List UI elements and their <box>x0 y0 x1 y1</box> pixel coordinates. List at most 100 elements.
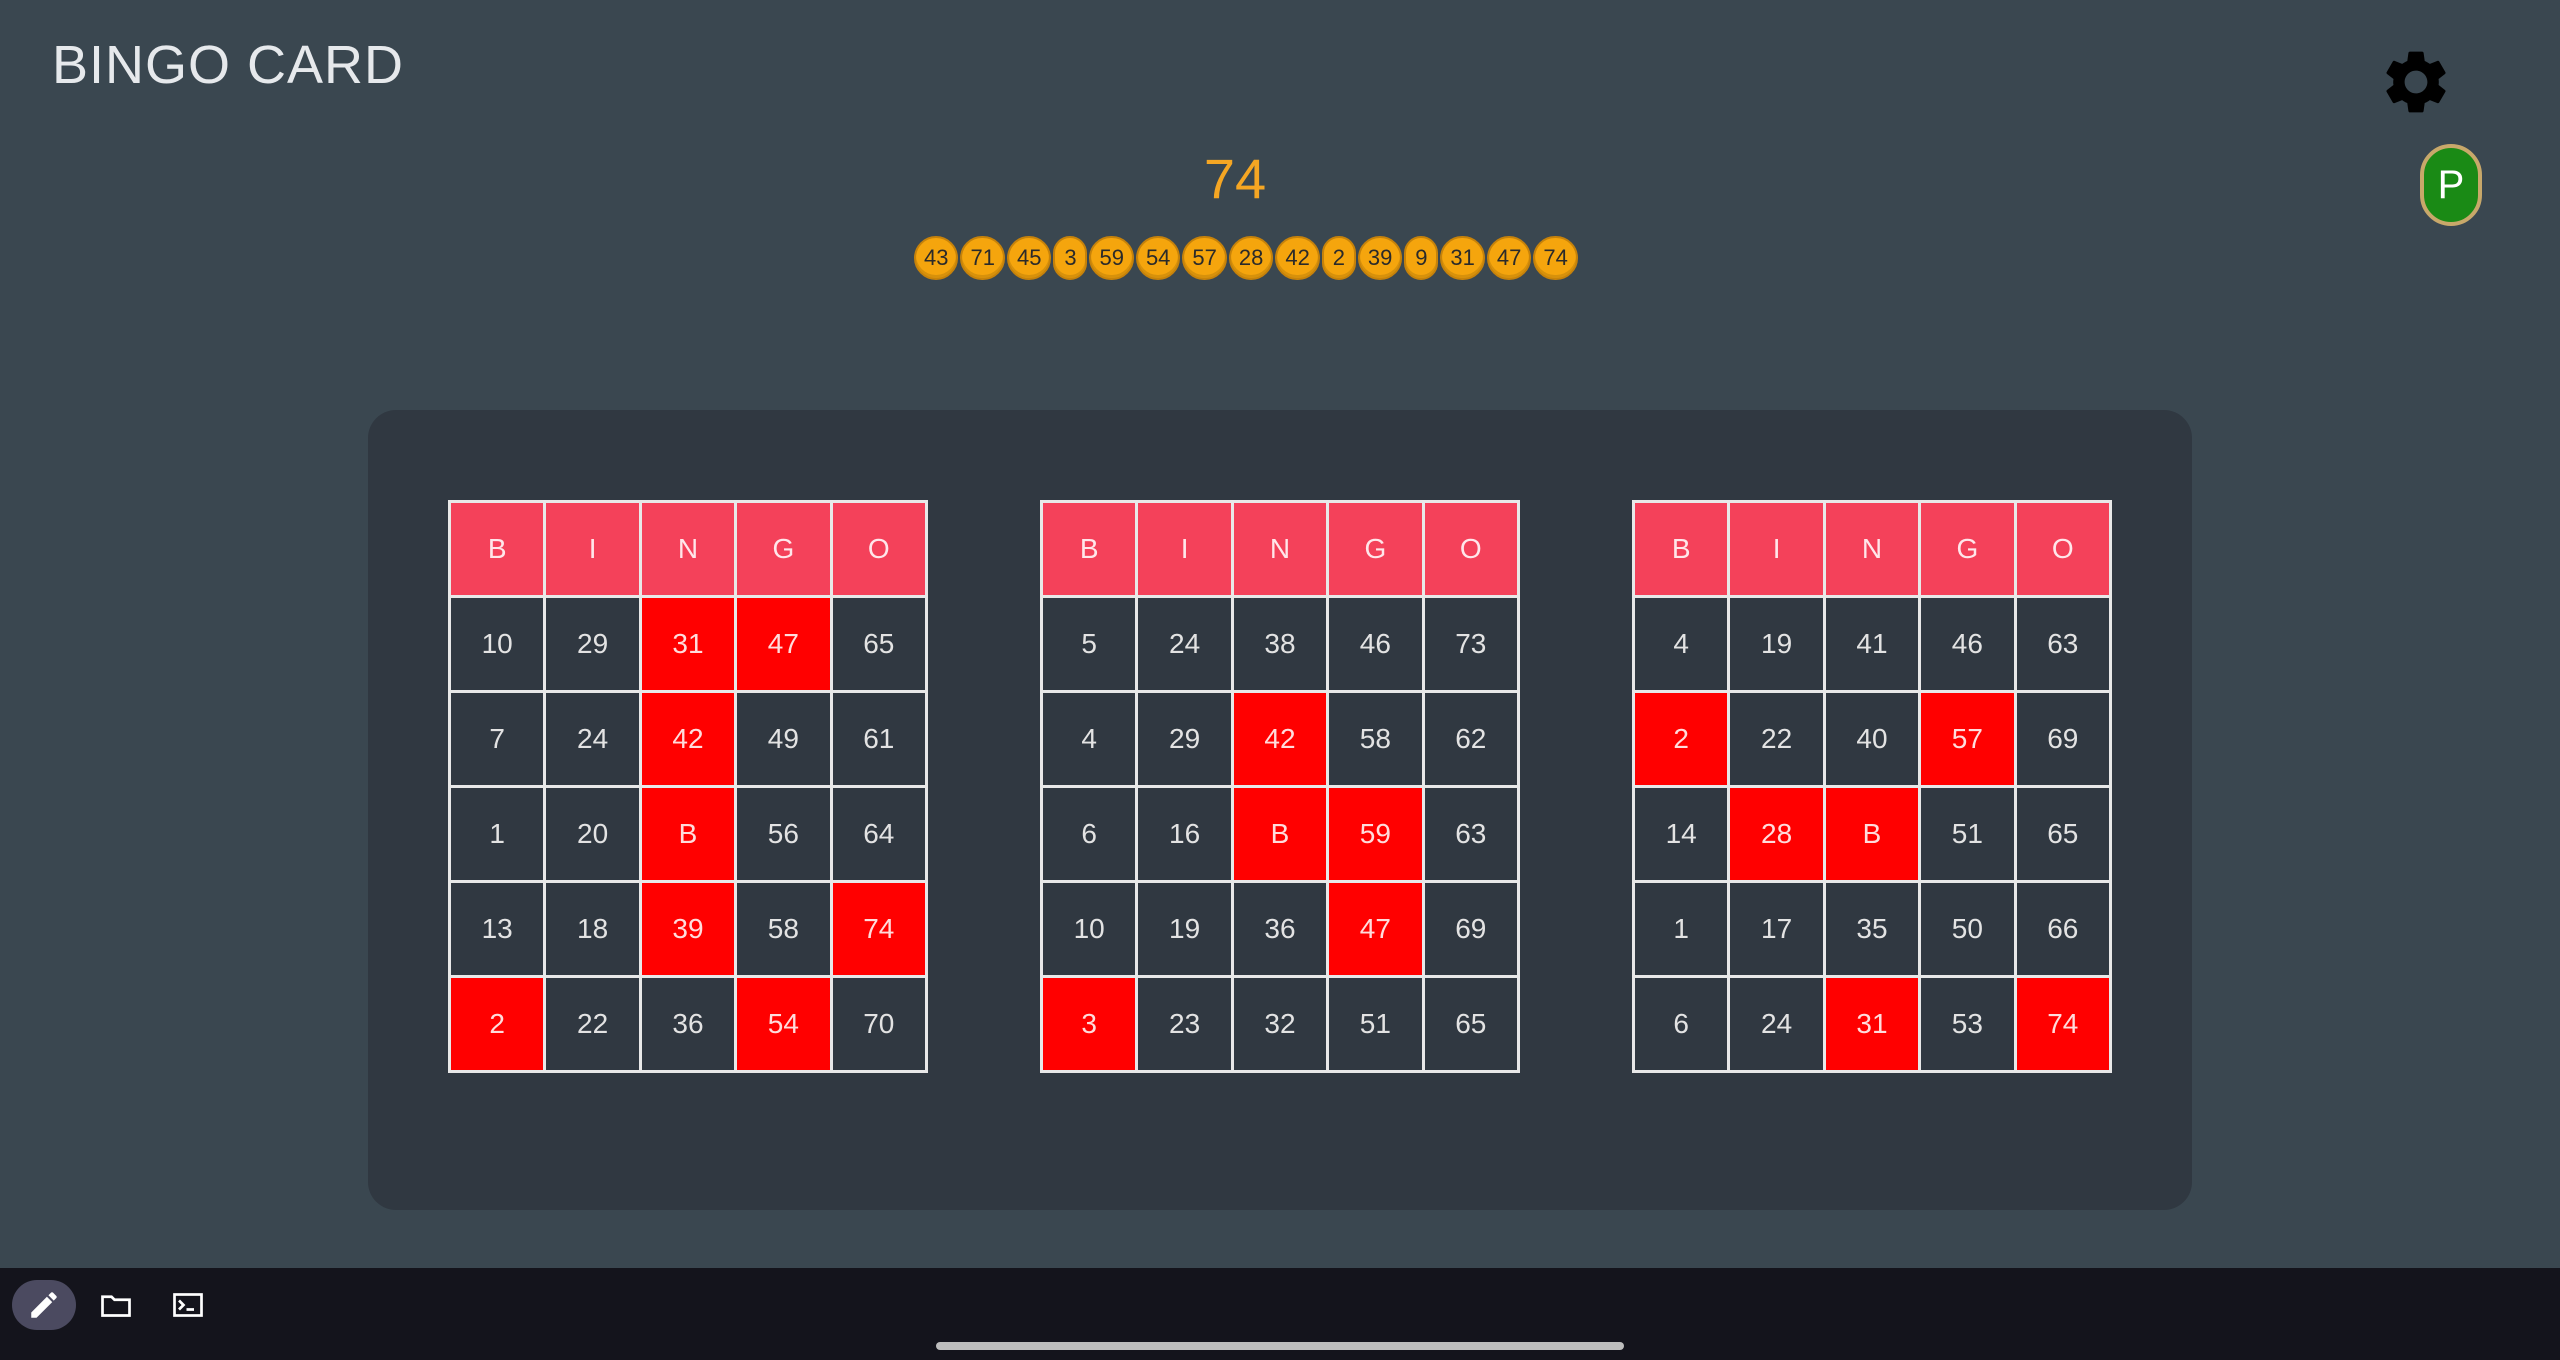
card-cell[interactable]: 4 <box>1631 595 1731 693</box>
card-header-cell: G <box>1326 500 1425 598</box>
card-cell[interactable]: 1 <box>1631 880 1731 978</box>
card-cell[interactable]: 10 <box>1039 880 1139 978</box>
card-cell[interactable]: 53 <box>1918 975 2017 1073</box>
card-cell[interactable]: 19 <box>1727 595 1826 693</box>
called-number-ball: 3 <box>1053 236 1088 280</box>
card-cell-marked[interactable]: 42 <box>1230 690 1330 788</box>
card-cell-marked[interactable]: 31 <box>638 595 738 693</box>
card-cell[interactable]: 19 <box>1135 880 1234 978</box>
card-cell[interactable]: 4 <box>1039 690 1139 788</box>
card-cell[interactable]: 10 <box>447 595 547 693</box>
terminal-button[interactable] <box>156 1280 220 1330</box>
card-cell[interactable]: 32 <box>1230 975 1330 1073</box>
card-row: 3 23 32 51 65 <box>1039 975 1521 1073</box>
card-cell[interactable]: 22 <box>543 975 642 1073</box>
card-cell[interactable]: 65 <box>1421 975 1521 1073</box>
card-cell[interactable]: 7 <box>447 690 547 788</box>
card-cell-marked[interactable]: 28 <box>1727 785 1826 883</box>
card-cell[interactable]: 14 <box>1631 785 1731 883</box>
card-cell[interactable]: 66 <box>2013 880 2113 978</box>
card-cell[interactable]: 36 <box>1230 880 1330 978</box>
card-cell[interactable]: 41 <box>1822 595 1922 693</box>
card-row: 6 16 B 59 63 <box>1039 785 1521 883</box>
card-cell[interactable]: 17 <box>1727 880 1826 978</box>
card-cell-marked[interactable]: 57 <box>1918 690 2017 788</box>
card-cell-marked[interactable]: 74 <box>2013 975 2113 1073</box>
card-cell-marked[interactable]: 47 <box>734 595 833 693</box>
called-number-ball: 47 <box>1486 236 1532 280</box>
card-cell[interactable]: 35 <box>1822 880 1922 978</box>
card-cell-marked[interactable]: 42 <box>638 690 738 788</box>
card-cell[interactable]: 70 <box>829 975 929 1073</box>
card-cell[interactable]: 22 <box>1727 690 1826 788</box>
settings-button[interactable] <box>2378 44 2454 120</box>
card-cell[interactable]: 6 <box>1631 975 1731 1073</box>
card-cell[interactable]: 20 <box>543 785 642 883</box>
card-cell-marked[interactable]: B <box>1822 785 1922 883</box>
edit-button[interactable] <box>12 1280 76 1330</box>
card-cell-marked[interactable]: 47 <box>1326 880 1425 978</box>
card-cell[interactable]: 46 <box>1918 595 2017 693</box>
card-cell[interactable]: 24 <box>1135 595 1234 693</box>
card-cell-marked[interactable]: B <box>638 785 738 883</box>
card-cell[interactable]: 36 <box>638 975 738 1073</box>
card-cell[interactable]: 58 <box>734 880 833 978</box>
card-cell[interactable]: 65 <box>829 595 929 693</box>
card-cell[interactable]: 64 <box>829 785 929 883</box>
home-indicator[interactable] <box>936 1342 1624 1350</box>
card-cell[interactable]: 65 <box>2013 785 2113 883</box>
pencil-icon <box>31 1292 57 1318</box>
card-cell-marked[interactable]: 74 <box>829 880 929 978</box>
card-cell[interactable]: 24 <box>543 690 642 788</box>
page-title: BINGO CARD <box>52 35 405 95</box>
called-number-ball: 28 <box>1228 236 1274 280</box>
card-cell[interactable]: 63 <box>2013 595 2113 693</box>
card-cell-marked[interactable]: 59 <box>1326 785 1425 883</box>
taskbar <box>0 1268 2560 1360</box>
card-row: 13 18 39 58 74 <box>447 880 929 978</box>
card-cell[interactable]: 1 <box>447 785 547 883</box>
card-cell[interactable]: 5 <box>1039 595 1139 693</box>
card-cell[interactable]: 46 <box>1326 595 1425 693</box>
card-cell-marked[interactable]: 31 <box>1822 975 1922 1073</box>
card-cell[interactable]: 51 <box>1326 975 1425 1073</box>
called-number-ball: 71 <box>960 236 1005 280</box>
card-cell[interactable]: 23 <box>1135 975 1234 1073</box>
card-cell[interactable]: 29 <box>543 595 642 693</box>
card-cell-marked[interactable]: B <box>1230 785 1330 883</box>
card-cell[interactable]: 38 <box>1230 595 1330 693</box>
card-cell[interactable]: 50 <box>1918 880 2017 978</box>
card-cell[interactable]: 49 <box>734 690 833 788</box>
card-cell[interactable]: 63 <box>1421 785 1521 883</box>
card-cell[interactable]: 69 <box>1421 880 1521 978</box>
card-header-cell: N <box>1230 500 1330 598</box>
card-cell[interactable]: 16 <box>1135 785 1234 883</box>
card-row: 14 28 B 51 65 <box>1631 785 2113 883</box>
card-cell-marked[interactable]: 3 <box>1039 975 1139 1073</box>
card-cell-marked[interactable]: 2 <box>447 975 547 1073</box>
called-number-ball: 43 <box>914 236 959 280</box>
files-button[interactable] <box>84 1280 148 1330</box>
card-cell[interactable]: 58 <box>1326 690 1425 788</box>
called-number-ball: 2 <box>1321 236 1356 280</box>
card-cell[interactable]: 13 <box>447 880 547 978</box>
card-cell[interactable]: 62 <box>1421 690 1521 788</box>
card-header-cell: G <box>734 500 833 598</box>
card-header-cell: I <box>543 500 642 598</box>
card-cell[interactable]: 40 <box>1822 690 1922 788</box>
card-cell[interactable]: 51 <box>1918 785 2017 883</box>
card-cell[interactable]: 29 <box>1135 690 1234 788</box>
called-number-ball: 57 <box>1182 236 1227 280</box>
called-number-ball: 59 <box>1089 236 1134 280</box>
card-cell[interactable]: 18 <box>543 880 642 978</box>
card-cell[interactable]: 56 <box>734 785 833 883</box>
card-cell[interactable]: 69 <box>2013 690 2113 788</box>
card-cell-marked[interactable]: 54 <box>734 975 833 1073</box>
card-cell[interactable]: 73 <box>1421 595 1521 693</box>
card-cell-marked[interactable]: 39 <box>638 880 738 978</box>
bingo-card-2: B I N G O 5 24 38 46 73 4 29 42 58 62 6 16 B 59 63 10 19 36 47 6… <box>1039 500 1521 1073</box>
card-cell-marked[interactable]: 2 <box>1631 690 1731 788</box>
card-cell[interactable]: 61 <box>829 690 929 788</box>
card-cell[interactable]: 6 <box>1039 785 1139 883</box>
card-cell[interactable]: 24 <box>1727 975 1826 1073</box>
